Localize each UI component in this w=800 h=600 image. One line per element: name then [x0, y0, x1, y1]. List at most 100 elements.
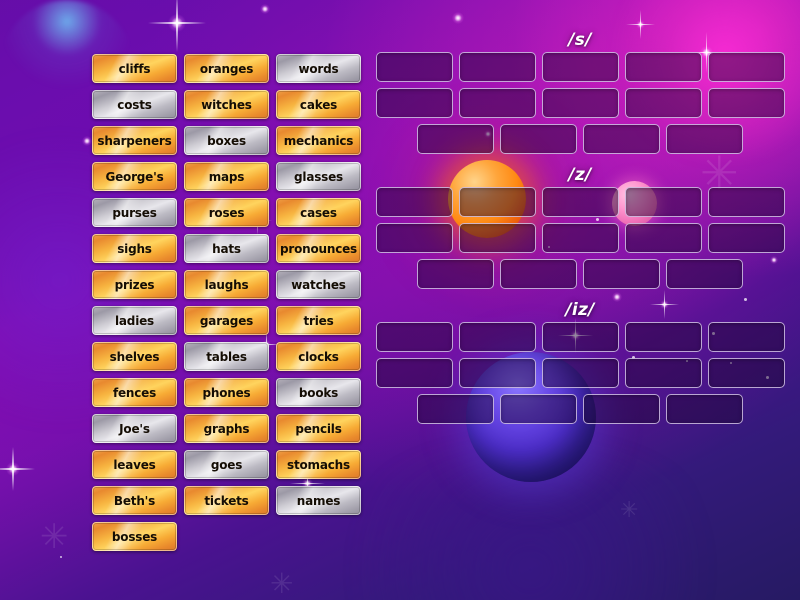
- drop-slot[interactable]: [583, 394, 660, 424]
- drop-slot[interactable]: [707, 88, 785, 118]
- word-tile[interactable]: purses: [92, 198, 177, 227]
- word-tile-label: cliffs: [118, 61, 151, 76]
- word-tile[interactable]: ladies: [92, 306, 177, 335]
- word-tile[interactable]: sharpeners: [92, 126, 177, 155]
- word-tile[interactable]: bosses: [92, 522, 177, 551]
- word-tile[interactable]: leaves: [92, 450, 177, 479]
- drop-slot[interactable]: [583, 124, 660, 154]
- drop-slot[interactable]: [458, 223, 536, 253]
- group-iz-title: /iz/: [565, 300, 595, 320]
- word-tile[interactable]: shelves: [92, 342, 177, 371]
- drop-slot[interactable]: [583, 259, 660, 289]
- drop-slot[interactable]: [541, 88, 619, 118]
- drop-slot[interactable]: [707, 223, 785, 253]
- drop-slot[interactable]: [624, 322, 702, 352]
- word-tile-label: garages: [199, 313, 254, 328]
- word-tile[interactable]: watches: [276, 270, 361, 299]
- drop-slot[interactable]: [500, 259, 577, 289]
- drop-slot[interactable]: [624, 88, 702, 118]
- sparkle-star-12: [0, 446, 36, 492]
- group-s-slot-grid: [366, 52, 794, 154]
- nebula-glow-deep: [320, 450, 740, 600]
- drop-slot[interactable]: [624, 187, 702, 217]
- word-tile-label: tickets: [204, 493, 249, 508]
- drop-slot[interactable]: [417, 124, 494, 154]
- drop-slot[interactable]: [417, 394, 494, 424]
- word-tile[interactable]: cakes: [276, 90, 361, 119]
- group-iz: /iz/: [366, 298, 794, 424]
- word-tile[interactable]: maps: [184, 162, 269, 191]
- word-tile[interactable]: tables: [184, 342, 269, 371]
- drop-slot[interactable]: [375, 88, 453, 118]
- word-tile[interactable]: glasses: [276, 162, 361, 191]
- drop-slot[interactable]: [624, 223, 702, 253]
- drop-slot[interactable]: [707, 52, 785, 82]
- word-tile[interactable]: prizes: [92, 270, 177, 299]
- drop-slot[interactable]: [458, 52, 536, 82]
- drop-slot[interactable]: [375, 52, 453, 82]
- word-tile-label: pencils: [295, 421, 342, 436]
- drop-slot[interactable]: [541, 52, 619, 82]
- drop-slot[interactable]: [375, 187, 453, 217]
- word-tile[interactable]: goes: [184, 450, 269, 479]
- word-tile[interactable]: words: [276, 54, 361, 83]
- word-tile-label: mechanics: [283, 133, 354, 148]
- drop-slot[interactable]: [541, 187, 619, 217]
- drop-slot[interactable]: [624, 358, 702, 388]
- drop-slot[interactable]: [707, 187, 785, 217]
- word-tile-label: phones: [202, 385, 251, 400]
- drop-slot[interactable]: [707, 322, 785, 352]
- word-tile[interactable]: garages: [184, 306, 269, 335]
- word-tile[interactable]: Beth's: [92, 486, 177, 515]
- word-tile[interactable]: George's: [92, 162, 177, 191]
- drop-slot[interactable]: [541, 223, 619, 253]
- word-tile-label: purses: [112, 205, 157, 220]
- drop-slot[interactable]: [375, 358, 453, 388]
- word-tile[interactable]: cliffs: [92, 54, 177, 83]
- drop-slot[interactable]: [541, 358, 619, 388]
- drop-slot[interactable]: [666, 259, 743, 289]
- word-tile-label: glasses: [294, 169, 343, 184]
- word-tile-label: bosses: [111, 529, 158, 544]
- drop-slot[interactable]: [458, 88, 536, 118]
- drop-slot[interactable]: [541, 322, 619, 352]
- word-tile[interactable]: costs: [92, 90, 177, 119]
- word-tile[interactable]: fences: [92, 378, 177, 407]
- word-tile[interactable]: Joe's: [92, 414, 177, 443]
- drop-slot[interactable]: [458, 187, 536, 217]
- word-tile[interactable]: pronounces: [276, 234, 361, 263]
- drop-slot[interactable]: [375, 322, 453, 352]
- word-tile[interactable]: mechanics: [276, 126, 361, 155]
- drop-slot[interactable]: [624, 52, 702, 82]
- word-tile[interactable]: names: [276, 486, 361, 515]
- drop-slot[interactable]: [500, 124, 577, 154]
- word-tile[interactable]: laughs: [184, 270, 269, 299]
- word-bank: cliffs oranges words costs witches cakes sharp…: [92, 54, 362, 551]
- word-tile[interactable]: tries: [276, 306, 361, 335]
- word-tile-label: cases: [300, 205, 337, 220]
- word-tile[interactable]: books: [276, 378, 361, 407]
- word-tile[interactable]: boxes: [184, 126, 269, 155]
- word-tile[interactable]: stomachs: [276, 450, 361, 479]
- drop-slot[interactable]: [375, 223, 453, 253]
- word-tile[interactable]: graphs: [184, 414, 269, 443]
- word-tile[interactable]: cases: [276, 198, 361, 227]
- group-s: /s/: [366, 28, 794, 154]
- drop-slot[interactable]: [666, 394, 743, 424]
- word-tile[interactable]: phones: [184, 378, 269, 407]
- word-tile[interactable]: roses: [184, 198, 269, 227]
- drop-slot[interactable]: [707, 358, 785, 388]
- word-tile[interactable]: pencils: [276, 414, 361, 443]
- word-tile[interactable]: tickets: [184, 486, 269, 515]
- word-tile[interactable]: oranges: [184, 54, 269, 83]
- drop-slot[interactable]: [458, 358, 536, 388]
- word-tile[interactable]: clocks: [276, 342, 361, 371]
- word-tile[interactable]: sighs: [92, 234, 177, 263]
- word-tile[interactable]: hats: [184, 234, 269, 263]
- drop-slot[interactable]: [417, 259, 494, 289]
- drop-slot[interactable]: [458, 322, 536, 352]
- drop-slot[interactable]: [666, 124, 743, 154]
- word-tile-label: tries: [303, 313, 334, 328]
- drop-slot[interactable]: [500, 394, 577, 424]
- word-tile[interactable]: witches: [184, 90, 269, 119]
